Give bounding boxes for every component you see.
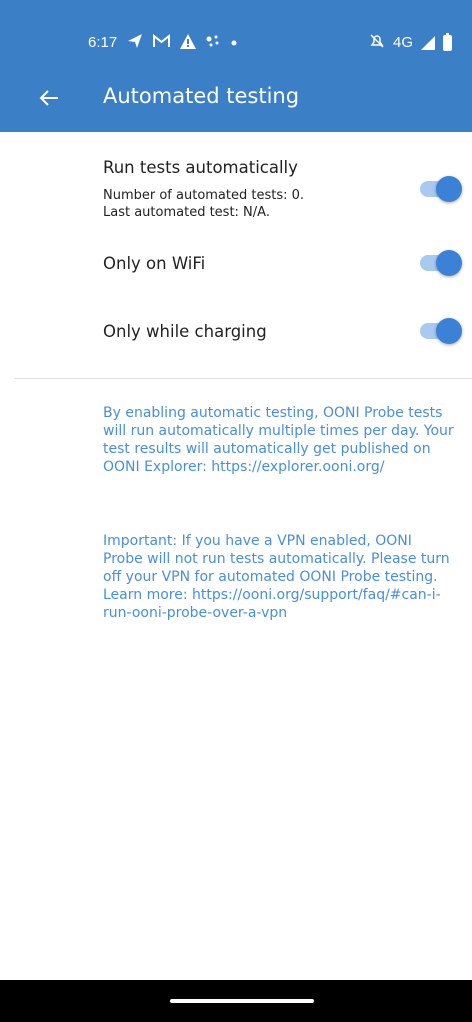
setting-title: Run tests automatically xyxy=(103,158,298,177)
navigation-icon xyxy=(127,33,143,52)
setting-only-wifi[interactable]: Only on WiFi xyxy=(0,244,472,312)
back-arrow-icon[interactable] xyxy=(36,85,62,111)
mute-icon xyxy=(369,33,385,52)
settings-list: Run tests automatically Number of automa… xyxy=(0,132,472,378)
setting-subtitle-count: Number of automated tests: 0. xyxy=(103,188,305,203)
status-time: 6:17 xyxy=(88,34,118,51)
signal-icon xyxy=(421,35,435,50)
network-type: 4G xyxy=(392,34,413,51)
info-vpn-warning: Important: If you have a VPN enabled, OO… xyxy=(103,533,450,621)
toggle-thumb xyxy=(436,250,462,276)
alert-icon xyxy=(180,33,197,52)
setting-title: Only while charging xyxy=(103,322,267,341)
run-automatically-toggle[interactable] xyxy=(418,176,462,202)
wifi-dots-icon xyxy=(206,34,220,51)
gmail-icon xyxy=(153,33,171,51)
setting-title: Only on WiFi xyxy=(103,254,206,273)
battery-icon xyxy=(443,32,452,51)
home-handle[interactable] xyxy=(170,999,314,1003)
only-charging-toggle[interactable] xyxy=(418,318,462,344)
app-bar: Automated testing xyxy=(0,66,472,132)
status-bar: 6:17 4G xyxy=(0,0,472,66)
divider xyxy=(14,378,472,379)
status-left: 6:17 xyxy=(88,33,238,52)
status-right: 4G xyxy=(369,32,452,52)
system-nav-bar xyxy=(0,980,472,1022)
page-title: Automated testing xyxy=(103,84,300,108)
toggle-thumb xyxy=(436,318,462,344)
info-automatic-testing: By enabling automatic testing, OONI Prob… xyxy=(103,405,454,475)
setting-only-charging[interactable]: Only while charging xyxy=(0,312,472,378)
setting-subtitle-last: Last automated test: N/A. xyxy=(103,205,270,220)
toggle-thumb xyxy=(436,176,462,202)
setting-run-automatically[interactable]: Run tests automatically Number of automa… xyxy=(0,132,472,244)
dot-icon xyxy=(230,35,238,50)
only-wifi-toggle[interactable] xyxy=(418,250,462,276)
